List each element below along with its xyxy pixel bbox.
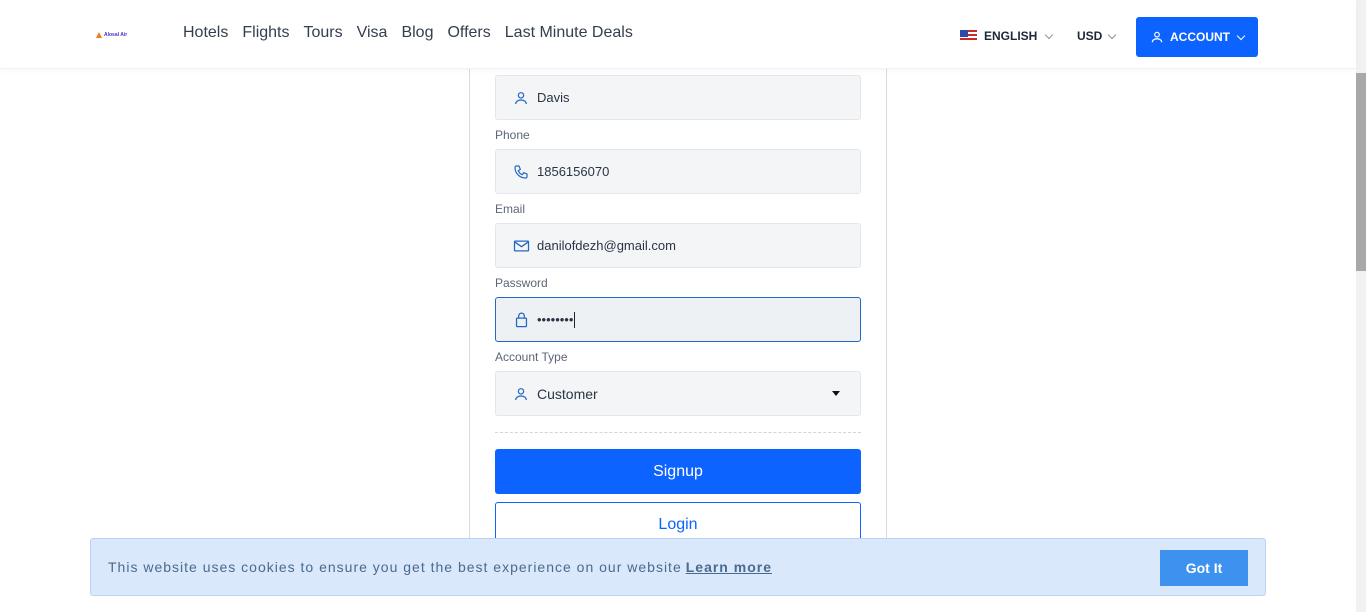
site-logo[interactable]: Alosal Air: [96, 30, 127, 40]
nav-hotels[interactable]: Hotels: [183, 24, 228, 42]
phone-field[interactable]: 1856156070: [495, 149, 861, 194]
us-flag-icon: [960, 30, 977, 42]
chevron-down-icon: [1045, 30, 1054, 39]
user-icon: [512, 385, 530, 403]
cookie-message: This website uses cookies to ensure you …: [108, 559, 772, 575]
signup-button[interactable]: Signup: [495, 449, 861, 494]
user-icon: [512, 89, 530, 107]
logo-text: Alosal Air: [104, 32, 128, 38]
account-label: ACCOUNT: [1170, 30, 1230, 44]
last-name-field[interactable]: Davis: [495, 75, 861, 120]
account-type-select[interactable]: Customer: [495, 371, 861, 416]
currency-label: USD: [1077, 29, 1103, 43]
text-caret: [574, 311, 576, 328]
chevron-down-icon: [1236, 31, 1246, 40]
logo-mark-icon: [96, 32, 102, 38]
nav-offers[interactable]: Offers: [447, 24, 490, 42]
email-value: danilofdezh@gmail.com: [537, 238, 676, 253]
page-scrollbar[interactable]: [1356, 0, 1366, 612]
phone-value: 1856156070: [537, 164, 610, 179]
account-button[interactable]: ACCOUNT: [1136, 17, 1258, 57]
nav-flights[interactable]: Flights: [242, 24, 289, 42]
language-label: ENGLISH: [984, 29, 1038, 43]
phone-icon: [512, 163, 530, 181]
currency-selector[interactable]: USD: [1077, 29, 1117, 43]
nav-tours[interactable]: Tours: [303, 24, 342, 42]
account-type-label: Account Type: [495, 350, 568, 364]
scrollbar-thumb[interactable]: [1356, 73, 1366, 271]
mail-icon: [512, 237, 530, 255]
account-type-value: Customer: [537, 385, 598, 402]
password-label: Password: [495, 276, 548, 290]
nav-blog[interactable]: Blog: [401, 24, 433, 42]
password-field[interactable]: ••••••••: [495, 297, 861, 342]
phone-label: Phone: [495, 128, 530, 142]
email-label: Email: [495, 202, 526, 216]
lock-icon: [512, 311, 530, 329]
cookie-message-text: This website uses cookies to ensure you …: [108, 559, 682, 575]
password-value: ••••••••: [537, 312, 574, 327]
last-name-value: Davis: [537, 90, 570, 105]
chevron-down-icon: [1108, 30, 1117, 39]
email-field[interactable]: danilofdezh@gmail.com: [495, 223, 861, 268]
site-header: Alosal Air Hotels Flights Tours Visa Blo…: [0, 0, 1356, 69]
main-nav: Hotels Flights Tours Visa Blog Offers La…: [183, 24, 647, 42]
nav-visa[interactable]: Visa: [357, 24, 388, 42]
learn-more-link[interactable]: Learn more: [686, 559, 772, 575]
nav-last-minute-deals[interactable]: Last Minute Deals: [505, 24, 633, 42]
user-icon: [1151, 31, 1163, 43]
language-selector[interactable]: ENGLISH: [960, 29, 1054, 43]
caret-down-icon: [832, 391, 840, 396]
got-it-button[interactable]: Got It: [1160, 550, 1248, 586]
cookie-banner: This website uses cookies to ensure you …: [90, 538, 1266, 596]
form-divider: [495, 432, 861, 433]
